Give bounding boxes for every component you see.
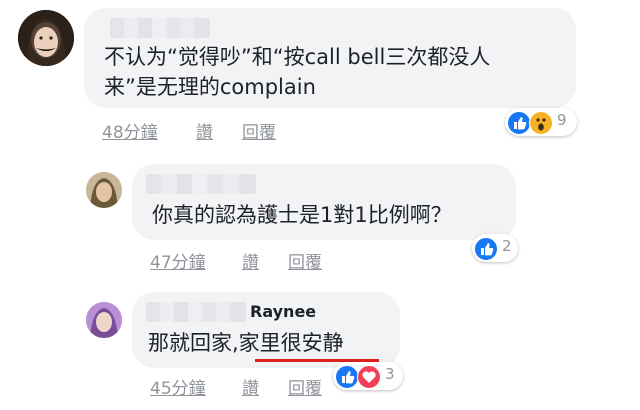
- reaction-count: 2: [502, 237, 512, 255]
- comment-text-line-2: 来”是无理的complain: [104, 75, 316, 99]
- comment-1: 不认为“觉得吵”和“按call bell三次都没人 来”是无理的complain…: [0, 0, 640, 143]
- commenter-name-redacted: [146, 302, 246, 322]
- reaction-count: 9: [557, 111, 567, 129]
- like-link[interactable]: 讚: [196, 118, 213, 143]
- avatar-image: [18, 10, 74, 66]
- reaction-summary[interactable]: 2: [472, 234, 518, 262]
- wow-icon: [529, 111, 553, 135]
- like-link[interactable]: 讚: [242, 248, 259, 273]
- commenter-name-redacted[interactable]: [110, 18, 210, 38]
- avatar[interactable]: [86, 302, 122, 338]
- comment-bubble: 不认为“觉得吵”和“按call bell三次都没人 来”是无理的complain: [84, 8, 576, 108]
- comment-bubble: 你真的認為護士是1對1比例啊？: [132, 164, 516, 240]
- reply-link[interactable]: 回覆: [288, 248, 322, 273]
- love-icon: [357, 365, 381, 389]
- like-icon: [335, 365, 359, 389]
- reaction-summary[interactable]: 9: [505, 108, 577, 136]
- like-icon: [507, 111, 531, 135]
- reaction-summary[interactable]: 3: [333, 362, 403, 390]
- avatar[interactable]: [18, 10, 74, 66]
- reply-link[interactable]: 回覆: [242, 118, 276, 143]
- commenter-name[interactable]: Raynee: [250, 302, 316, 321]
- avatar-image: [86, 172, 122, 208]
- avatar[interactable]: [86, 172, 122, 208]
- commenter-name-redacted[interactable]: [146, 174, 256, 194]
- like-icon: [474, 237, 498, 261]
- like-link[interactable]: 讚: [242, 374, 259, 399]
- timestamp-link[interactable]: 48分鐘: [102, 118, 158, 143]
- comment-bubble: Raynee 那就回家,家里很安静: [132, 292, 400, 368]
- comment-text-line-1: 不认为“觉得吵”和“按call bell三次都没人: [104, 45, 491, 69]
- timestamp-link[interactable]: 47分鐘: [150, 248, 206, 273]
- comment-3: Raynee 那就回家,家里很安静 45分鐘 讚 回覆 3: [0, 286, 640, 410]
- comment-2: 你真的認為護士是1對1比例啊？ 47分鐘 讚 回覆 2: [0, 150, 640, 280]
- reaction-count: 3: [385, 365, 395, 383]
- comment-actions: 47分鐘 讚 回覆: [150, 248, 450, 273]
- timestamp-link[interactable]: 45分鐘: [150, 374, 206, 399]
- avatar-image: [86, 302, 122, 338]
- comment-actions: 48分鐘 讚 回覆: [102, 118, 402, 143]
- reply-link[interactable]: 回覆: [288, 374, 322, 399]
- comment-text-line-1: 那就回家,家里很安静: [148, 331, 344, 355]
- comment-text-line-1: 你真的認為護士是1對1比例啊？: [152, 203, 452, 227]
- comment-actions: 45分鐘 讚 回覆: [150, 374, 450, 399]
